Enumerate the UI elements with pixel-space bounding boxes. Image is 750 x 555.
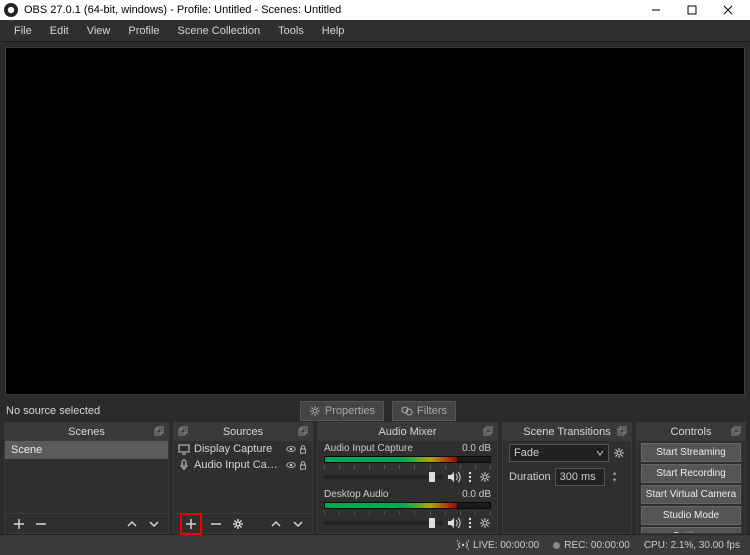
menu-dots-icon[interactable]	[465, 471, 475, 483]
audio-meter	[324, 456, 491, 463]
lock-icon[interactable]	[298, 444, 308, 454]
chevron-down-icon	[292, 518, 304, 530]
info-bar: No source selected Properties Filters	[0, 400, 750, 422]
mixer-body: Audio Input Capture0.0 dB Desktop Audio0…	[318, 441, 497, 533]
menu-profile[interactable]: Profile	[120, 23, 167, 39]
gear-icon[interactable]	[613, 447, 625, 459]
app-icon	[4, 3, 18, 17]
undock-icon[interactable]	[483, 426, 493, 436]
status-live: LIVE: 00:00:00	[457, 540, 539, 551]
panel-audio-mixer: Audio Mixer Audio Input Capture0.0 dB De…	[317, 422, 498, 534]
undock-icon[interactable]	[731, 426, 741, 436]
chevron-down-icon	[148, 518, 160, 530]
undock-icon[interactable]	[154, 426, 164, 436]
menu-tools[interactable]: Tools	[270, 23, 312, 39]
plus-icon	[185, 518, 197, 530]
lock-icon[interactable]	[298, 460, 308, 470]
mic-icon	[178, 459, 190, 471]
source-row[interactable]: Audio Input Captu	[174, 457, 312, 473]
panel-header-scenes[interactable]: Scenes	[5, 423, 168, 441]
panel-header-sources[interactable]: Sources	[174, 423, 312, 441]
highlight-add-source	[180, 513, 202, 535]
remove-scene-button[interactable]	[33, 516, 49, 532]
panel-header-mixer[interactable]: Audio Mixer	[318, 423, 497, 441]
minus-icon	[35, 518, 47, 530]
menu-scene-collection[interactable]: Scene Collection	[170, 23, 269, 39]
no-source-label: No source selected	[6, 405, 100, 417]
source-properties-button[interactable]	[230, 516, 246, 532]
record-dot-icon	[553, 542, 560, 549]
status-cpu: CPU: 2.1%, 30.00 fps	[644, 540, 740, 551]
menu-bar: File Edit View Profile Scene Collection …	[0, 20, 750, 42]
maximize-button[interactable]	[674, 0, 710, 20]
menu-help[interactable]: Help	[314, 23, 353, 39]
panel-scene-transitions: Scene Transitions Fade Duration 300 ms ▲…	[502, 422, 632, 534]
duration-input[interactable]: 300 ms	[555, 468, 605, 486]
speaker-icon[interactable]	[447, 471, 461, 483]
gear-icon	[309, 405, 321, 417]
minimize-button[interactable]	[638, 0, 674, 20]
eye-icon[interactable]	[286, 460, 296, 470]
add-scene-button[interactable]	[11, 516, 27, 532]
filters-button[interactable]: Filters	[392, 401, 456, 421]
scene-item[interactable]: Scene	[5, 441, 168, 459]
gear-icon	[232, 518, 244, 530]
menu-edit[interactable]: Edit	[42, 23, 77, 39]
dock-panels: Scenes Scene Sources Display Capture	[0, 422, 750, 534]
sources-toolbar	[174, 513, 312, 533]
close-button[interactable]	[710, 0, 746, 20]
source-up-button[interactable]	[268, 516, 284, 532]
volume-slider[interactable]	[324, 475, 443, 479]
panel-sources: Sources Display Capture Audio Input Capt…	[173, 422, 313, 534]
scenes-toolbar	[5, 513, 168, 533]
mixer-channel: Desktop Audio0.0 dB	[318, 487, 497, 533]
menu-view[interactable]: View	[79, 23, 119, 39]
gear-icon[interactable]	[479, 471, 491, 483]
remove-source-button[interactable]	[208, 516, 224, 532]
add-source-button[interactable]	[183, 516, 199, 532]
gear-icon[interactable]	[479, 517, 491, 529]
start-virtual-camera-button[interactable]: Start Virtual Camera	[641, 485, 741, 504]
window-title: OBS 27.0.1 (64-bit, windows) - Profile: …	[24, 4, 638, 16]
properties-button[interactable]: Properties	[300, 401, 384, 421]
duration-label: Duration	[509, 471, 551, 483]
undock-icon[interactable]	[298, 426, 308, 436]
menu-dots-icon[interactable]	[465, 517, 475, 529]
title-bar: OBS 27.0.1 (64-bit, windows) - Profile: …	[0, 0, 750, 20]
broadcast-icon	[457, 540, 469, 550]
audio-meter	[324, 502, 491, 509]
start-streaming-button[interactable]: Start Streaming	[641, 443, 741, 462]
duration-stepper[interactable]: ▲▼	[609, 470, 621, 484]
preview-area[interactable]	[5, 47, 745, 395]
source-row[interactable]: Display Capture	[174, 441, 312, 457]
panel-header-controls[interactable]: Controls	[637, 423, 745, 441]
speaker-icon[interactable]	[447, 517, 461, 529]
source-down-button[interactable]	[290, 516, 306, 532]
transition-select[interactable]: Fade	[509, 444, 609, 462]
scene-up-button[interactable]	[124, 516, 140, 532]
scene-down-button[interactable]	[146, 516, 162, 532]
filters-icon	[401, 405, 413, 417]
display-icon	[178, 443, 190, 455]
status-bar: LIVE: 00:00:00 REC: 00:00:00 CPU: 2.1%, …	[0, 534, 750, 555]
status-rec: REC: 00:00:00	[553, 540, 630, 551]
start-recording-button[interactable]: Start Recording	[641, 464, 741, 483]
eye-icon[interactable]	[286, 444, 296, 454]
panel-scenes: Scenes Scene	[4, 422, 169, 534]
settings-button[interactable]: Settings	[641, 527, 741, 533]
panel-header-transitions[interactable]: Scene Transitions	[503, 423, 631, 441]
chevron-up-icon	[270, 518, 282, 530]
mixer-channel: Audio Input Capture0.0 dB	[318, 441, 497, 487]
minus-icon	[210, 518, 222, 530]
panel-controls: Controls Start Streaming Start Recording…	[636, 422, 746, 534]
undock-icon[interactable]	[178, 426, 188, 436]
chevron-up-icon	[126, 518, 138, 530]
volume-slider[interactable]	[324, 521, 443, 525]
plus-icon	[13, 518, 25, 530]
studio-mode-button[interactable]: Studio Mode	[641, 506, 741, 525]
menu-file[interactable]: File	[6, 23, 40, 39]
undock-icon[interactable]	[617, 426, 627, 436]
chevron-down-icon	[596, 449, 604, 457]
